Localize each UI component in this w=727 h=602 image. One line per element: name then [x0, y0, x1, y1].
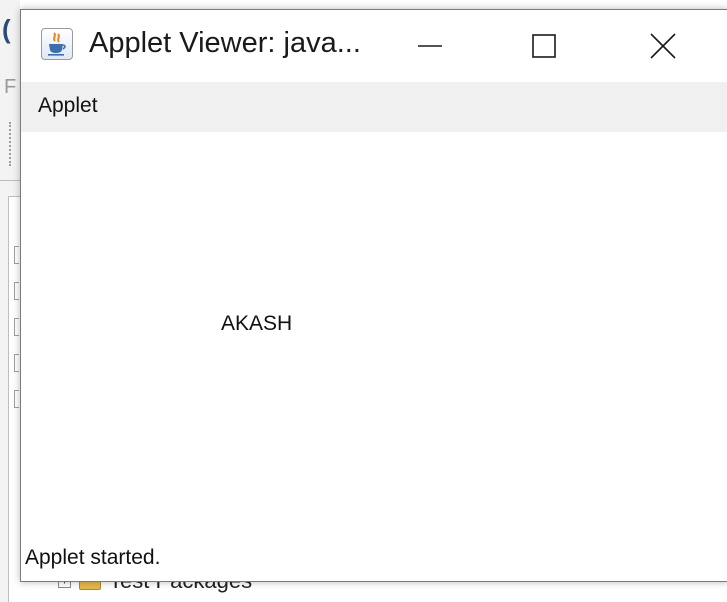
window-title: Applet Viewer: java...	[89, 27, 361, 59]
close-button[interactable]	[631, 20, 695, 72]
screen: ( F + Test Packages Applet Viewer: java.…	[0, 0, 727, 602]
ide-panel-tab[interactable]	[14, 354, 19, 372]
maximize-button[interactable]	[512, 20, 576, 72]
menu-applet[interactable]: Applet	[38, 94, 98, 118]
status-bar: Applet started.	[21, 540, 727, 580]
java-cup-icon[interactable]	[41, 28, 73, 60]
ide-panel-tab[interactable]	[14, 318, 19, 336]
ide-panel-tab[interactable]	[14, 282, 19, 300]
minimize-button[interactable]	[398, 20, 462, 72]
ide-menu-fragment: F	[4, 76, 17, 98]
applet-viewer-window: Applet Viewer: java... Applet AKASH Appl…	[20, 9, 727, 582]
status-text: Applet started.	[25, 546, 161, 569]
ide-divider	[0, 180, 20, 181]
ide-panel-tab[interactable]	[14, 390, 19, 408]
ide-panel-tab[interactable]	[14, 246, 19, 264]
title-bar[interactable]: Applet Viewer: java...	[21, 10, 727, 82]
applet-canvas[interactable]: AKASH	[21, 132, 727, 547]
minimize-icon	[418, 45, 442, 47]
close-icon	[650, 33, 676, 59]
menu-bar: Applet	[21, 82, 727, 132]
ide-fragment-text: (	[2, 14, 11, 44]
applet-drawn-text: AKASH	[221, 312, 293, 335]
maximize-icon	[532, 34, 556, 58]
toolbar-grip	[9, 122, 14, 166]
